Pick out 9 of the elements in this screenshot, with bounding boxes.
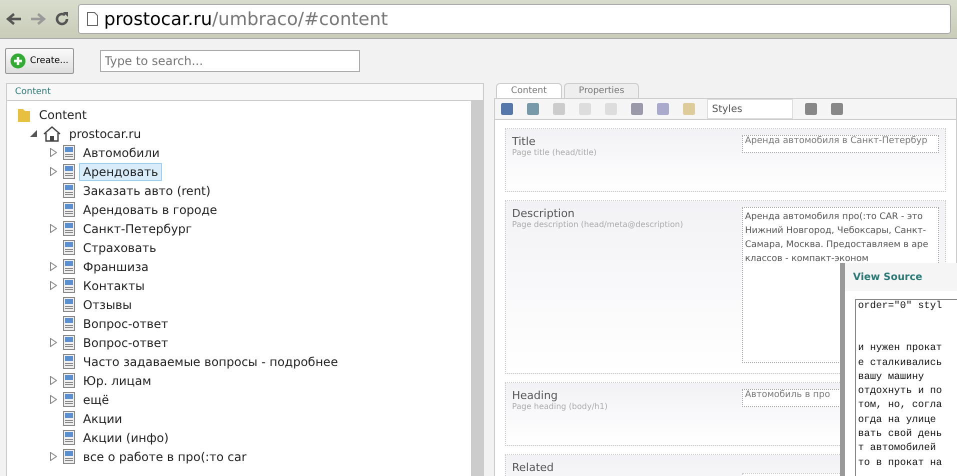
field-label: Heading <box>512 389 559 402</box>
dialog-title: View Source <box>853 272 922 282</box>
field-hint: Page title (head/title) <box>512 148 598 157</box>
field-label: Related <box>512 461 555 474</box>
field-label: Title <box>512 135 537 148</box>
field-hint: Page description (head/meta@description) <box>512 220 684 229</box>
field-hint: Page heading (body/h1) <box>512 402 609 411</box>
panel-title: Content <box>15 87 51 97</box>
field-label: Description <box>512 207 576 220</box>
